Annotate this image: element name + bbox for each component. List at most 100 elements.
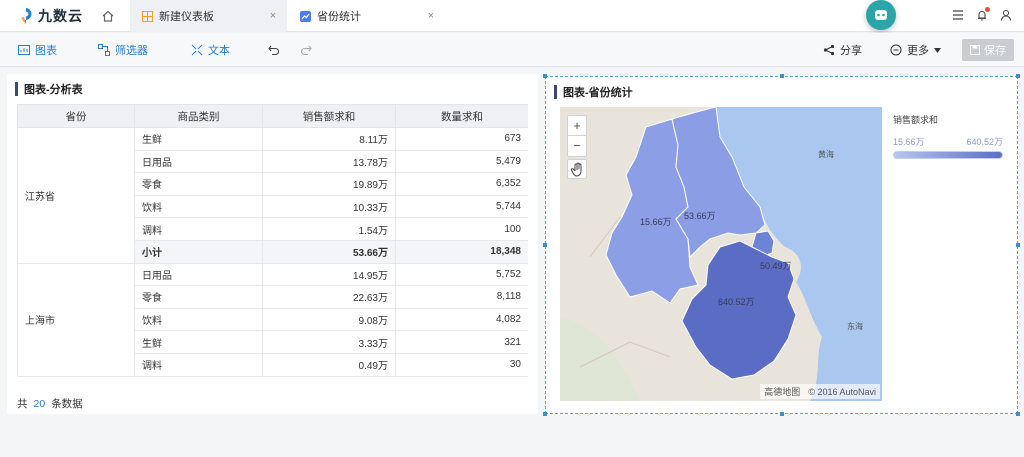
list-icon[interactable]	[952, 9, 964, 21]
legend-gradient-slider[interactable]	[893, 151, 1003, 159]
resize-handle[interactable]	[780, 74, 784, 78]
subtotal-sales: 53.66万	[262, 239, 396, 264]
category-cell: 饮料	[134, 307, 263, 332]
pivot-table[interactable]: 省份 商品类别 销售额求和 数量求和 江苏省 生鲜 8.11万 673 日用品 …	[17, 104, 528, 384]
share-icon	[823, 44, 835, 56]
province-cell: 江苏省	[17, 127, 135, 264]
panel-title: 图表-省份统计	[554, 84, 633, 100]
brand-logo[interactable]: 九数云	[18, 6, 83, 26]
more-icon	[890, 44, 902, 56]
more-label: 更多	[907, 45, 929, 57]
sales-cell: 3.33万	[262, 330, 396, 354]
resize-handle[interactable]	[1016, 243, 1020, 247]
undo-icon[interactable]	[268, 44, 280, 56]
province-cell: 上海市	[17, 262, 135, 377]
sales-cell: 0.49万	[262, 352, 396, 377]
add-filter-label: 筛选器	[115, 45, 148, 57]
save-label: 保存	[984, 45, 1006, 57]
panel-title: 图表-分析表	[15, 81, 83, 97]
hand-icon	[570, 162, 582, 177]
count-prefix: 共	[17, 398, 28, 410]
zoom-out-button[interactable]: −	[568, 136, 586, 156]
resize-handle[interactable]	[543, 243, 547, 247]
column-header[interactable]: 数量求和	[395, 104, 528, 128]
qty-cell: 5,752	[395, 262, 528, 287]
map-attribution: 高德地图 © 2016 AutoNavi	[760, 384, 880, 399]
legend-min: 15.66万	[893, 137, 925, 147]
category-cell: 零食	[134, 172, 263, 196]
category-cell: 生鲜	[134, 330, 263, 354]
filter-icon	[98, 44, 110, 56]
notification-dot	[985, 7, 990, 12]
resize-handle[interactable]	[543, 74, 547, 78]
analysis-table-panel: 图表-分析表 省份 商品类别 销售额求和 数量求和 江苏省 生鲜 8.11万 6…	[7, 74, 538, 414]
close-icon[interactable]: ×	[425, 10, 437, 22]
copyright-text: © 2016 AutoNavi	[808, 386, 876, 397]
close-icon[interactable]: ×	[267, 10, 279, 22]
zoom-in-button[interactable]: +	[568, 116, 586, 136]
tab-new-dashboard[interactable]: 新建仪表板 ×	[130, 0, 287, 32]
column-header[interactable]: 商品类别	[134, 104, 263, 128]
legend-max: 640.52万	[966, 137, 1003, 147]
qty-cell: 321	[395, 330, 528, 354]
sales-cell: 22.63万	[262, 285, 396, 309]
region-label: 53.66万	[684, 211, 716, 221]
region-label: 50.49万	[760, 261, 792, 271]
toolbar: 图表 筛选器 文本 分享 更多 保存	[0, 33, 1024, 67]
sales-cell: 13.78万	[262, 149, 396, 174]
pan-tool-button[interactable]	[567, 159, 587, 179]
category-cell: 零食	[134, 285, 263, 309]
assistant-button[interactable]	[866, 0, 896, 30]
redo-icon[interactable]	[300, 44, 312, 56]
qty-cell: 100	[395, 217, 528, 241]
tab-label: 新建仪表板	[159, 11, 214, 23]
share-button[interactable]: 分享	[823, 42, 862, 58]
category-cell: 调料	[134, 352, 263, 377]
sales-cell: 19.89万	[262, 172, 396, 196]
tab-label: 省份统计	[317, 11, 361, 23]
home-icon[interactable]	[101, 9, 115, 23]
region-label: 15.66万	[640, 217, 672, 227]
legend-title: 销售额求和	[893, 115, 939, 125]
table-header-row: 省份 商品类别 销售额求和 数量求和	[17, 104, 528, 128]
add-text-button[interactable]: 文本	[191, 42, 230, 58]
province-map-panel[interactable]: 图表-省份统计 15.66万 53.66万 50.49万 640.52万 黄海 …	[543, 74, 1020, 416]
record-count: 共 20 条数据	[17, 396, 83, 411]
map-legend: 销售额求和 15.66万 640.52万	[893, 113, 1003, 159]
qty-cell: 5,744	[395, 194, 528, 219]
column-header[interactable]: 省份	[17, 104, 135, 128]
category-cell: 生鲜	[134, 127, 263, 151]
logo-icon	[21, 8, 32, 24]
panel-title-text: 图表-分析表	[24, 84, 83, 96]
subtotal-label: 小计	[134, 239, 263, 264]
caret-down-icon	[934, 47, 941, 53]
title-bar	[15, 82, 18, 96]
qty-cell: 5,479	[395, 149, 528, 174]
dashboard-icon	[142, 10, 153, 22]
resize-handle[interactable]	[543, 412, 547, 416]
sales-cell: 10.33万	[262, 194, 396, 219]
column-header[interactable]: 销售额求和	[262, 104, 396, 128]
resize-handle[interactable]	[1016, 412, 1020, 416]
tab-province-stats[interactable]: 省份统计 ×	[288, 0, 445, 32]
line-chart-icon	[300, 10, 311, 22]
bell-icon[interactable]	[976, 7, 990, 21]
qty-cell: 673	[395, 127, 528, 151]
resize-handle[interactable]	[1016, 74, 1020, 78]
add-filter-button[interactable]: 筛选器	[98, 42, 148, 58]
panel-title-text: 图表-省份统计	[563, 87, 633, 99]
map-canvas[interactable]: 15.66万 53.66万 50.49万 640.52万 黄海 东海 + − 高…	[560, 107, 882, 401]
add-text-label: 文本	[208, 45, 230, 57]
table-row: 江苏省 生鲜 8.11万 673	[17, 127, 528, 264]
qty-cell: 30	[395, 352, 528, 377]
resize-handle[interactable]	[780, 412, 784, 416]
add-chart-button[interactable]: 图表	[18, 42, 57, 58]
count-suffix: 条数据	[51, 398, 83, 410]
more-menu[interactable]: 更多	[890, 42, 941, 58]
save-button[interactable]: 保存	[962, 39, 1014, 61]
sales-cell: 1.54万	[262, 217, 396, 241]
qty-cell: 6,352	[395, 172, 528, 196]
save-icon	[970, 45, 980, 55]
user-icon[interactable]	[1000, 9, 1012, 21]
brand-name: 九数云	[38, 8, 83, 24]
